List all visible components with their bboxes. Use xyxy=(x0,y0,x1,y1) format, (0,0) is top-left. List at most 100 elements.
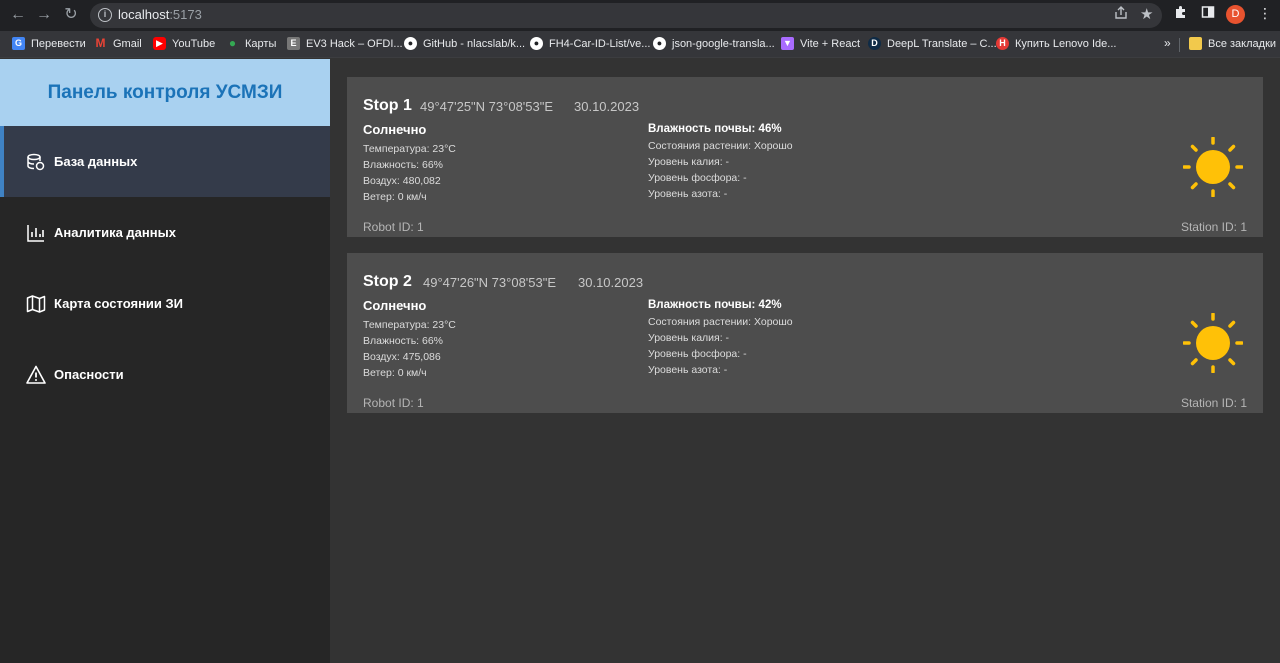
weather-column: Солнечно Температура: 23°C Влажность: 66… xyxy=(363,122,456,205)
weather-status: Солнечно xyxy=(363,298,427,313)
reload-icon[interactable]: ↻ xyxy=(59,4,83,26)
stop-date: 30.10.2023 xyxy=(574,99,640,114)
soil-humidity: Влажность почвы: 46% xyxy=(648,123,782,135)
warning-icon xyxy=(26,365,46,385)
vite-icon: ▼ xyxy=(781,37,794,50)
soil-column: Влажность почвы: 42% Состояния растении:… xyxy=(648,299,793,378)
url-host: localhost xyxy=(118,7,170,22)
analytics-icon xyxy=(26,223,46,243)
all-bookmarks-button[interactable]: Все закладки xyxy=(1189,37,1276,50)
nitrogen-level: Уровень азота: - xyxy=(648,364,728,376)
humidity-value: Влажность: 66% xyxy=(363,335,444,347)
github-icon: ● xyxy=(404,37,417,50)
robot-id: Robot ID: 1 xyxy=(363,396,424,410)
wind-value: Ветер: 0 км/ч xyxy=(363,367,427,379)
bookmark-label: Купить Lenovo Ide... xyxy=(1015,37,1117,50)
youtube-icon: ▶ xyxy=(153,37,166,50)
bookmark-label: Карты xyxy=(245,37,277,50)
stop-coordinates: 49°47'26"N 73°08'53"E xyxy=(423,275,557,290)
bookmark-label: json-google-transla... xyxy=(672,37,775,50)
main-content: Stop 1 49°47'25"N 73°08'53"E 30.10.2023 … xyxy=(330,59,1280,663)
browser-toolbar: ← → ↻ i localhost:5173 ★ D ⋮ xyxy=(0,0,1280,31)
stop-title: Stop 2 xyxy=(363,273,412,290)
address-bar[interactable]: i localhost:5173 ★ xyxy=(90,3,1162,28)
folder-icon xyxy=(1189,37,1202,50)
humidity-value: Влажность: 66% xyxy=(363,159,444,171)
bookmark-label: Vite + React xyxy=(800,37,861,50)
temperature-value: Температура: 23°C xyxy=(363,143,456,155)
star-icon[interactable]: ★ xyxy=(1140,5,1153,23)
bookmarks-divider xyxy=(1179,38,1180,52)
bookmark-translate[interactable]: G Перевести xyxy=(12,37,86,50)
station-id: Station ID: 1 xyxy=(1180,220,1247,234)
soil-column: Влажность почвы: 46% Состояния растении:… xyxy=(648,123,793,202)
bookmark-label: EV3 Hack – OFDI... xyxy=(306,37,403,50)
forward-icon[interactable]: → xyxy=(32,4,56,26)
bookmark-deepl[interactable]: D DeepL Translate – C... xyxy=(868,37,997,50)
bookmark-github-3[interactable]: ● json-google-transla... xyxy=(653,37,775,50)
url-port: :5173 xyxy=(169,7,202,22)
bookmark-gmail[interactable]: M Gmail xyxy=(94,37,142,50)
database-icon xyxy=(26,152,46,172)
station-id: Station ID: 1 xyxy=(1180,396,1247,410)
bookmark-ev3[interactable]: E EV3 Hack – OFDI... xyxy=(287,37,403,50)
bookmark-maps[interactable]: ● Карты xyxy=(226,37,276,50)
weather-status: Солнечно xyxy=(363,122,427,137)
soil-humidity: Влажность почвы: 42% xyxy=(648,299,782,311)
extensions-icon[interactable] xyxy=(1174,5,1188,22)
sun-icon xyxy=(1183,137,1243,197)
nitrogen-level: Уровень азота: - xyxy=(648,188,728,200)
sidebar-item-label: База данных xyxy=(54,154,138,169)
share-icon[interactable] xyxy=(1114,6,1128,23)
bookmark-youtube[interactable]: ▶ YouTube xyxy=(153,37,215,50)
sidebar: Панель контроля УСМЗИ База данных Аналит… xyxy=(0,59,330,663)
stop-card[interactable]: Stop 1 49°47'25"N 73°08'53"E 30.10.2023 … xyxy=(347,77,1263,237)
plant-state: Состояния растении: Хорошо xyxy=(648,140,793,152)
sidebar-item-dangers[interactable]: Опасности xyxy=(0,339,330,410)
bookmarks-more-button[interactable]: » xyxy=(1164,36,1171,50)
plant-state: Состояния растении: Хорошо xyxy=(648,316,793,328)
maps-icon: ● xyxy=(228,36,237,50)
github-icon: ● xyxy=(653,37,666,50)
phosphorus-level: Уровень фосфора: - xyxy=(648,172,747,184)
sidebar-item-map[interactable]: Карта состоянии ЗИ xyxy=(0,268,330,339)
ev3-icon: E xyxy=(287,37,300,50)
sidebar-item-label: Аналитика данных xyxy=(54,225,176,240)
map-icon xyxy=(26,294,46,314)
menu-icon[interactable]: ⋮ xyxy=(1258,5,1272,22)
sidebar-item-analytics[interactable]: Аналитика данных xyxy=(0,197,330,268)
bookmark-label: YouTube xyxy=(172,37,216,50)
potassium-level: Уровень калия: - xyxy=(648,156,730,168)
sidebar-header: Панель контроля УСМЗИ xyxy=(0,59,330,126)
site-info-icon[interactable]: i xyxy=(98,8,112,22)
bookmark-github-1[interactable]: ● GitHub - nlacslab/k... xyxy=(404,37,525,50)
stop-card[interactable]: Stop 2 49°47'26"N 73°08'53"E 30.10.2023 … xyxy=(347,253,1263,413)
back-icon[interactable]: ← xyxy=(6,4,30,26)
bookmark-label: Все закладки xyxy=(1208,37,1277,50)
bookmark-github-2[interactable]: ● FH4-Car-ID-List/ve... xyxy=(530,37,650,50)
bookmarks-bar: G Перевести M Gmail ▶ YouTube ● Карты E EV3 H… xyxy=(0,31,1280,58)
app-title: Панель контроля УСМЗИ xyxy=(47,81,283,103)
bookmark-lenovo[interactable]: H Купить Lenovo Ide... xyxy=(996,37,1116,50)
bookmark-label: GitHub - nlacslab/k... xyxy=(423,37,526,50)
stop-title: Stop 1 xyxy=(363,97,412,114)
air-value: Воздух: 480,082 xyxy=(363,175,441,187)
sidebar-item-database[interactable]: База данных xyxy=(0,126,330,197)
google-translate-icon: G xyxy=(12,37,25,50)
github-icon: ● xyxy=(530,37,543,50)
phosphorus-level: Уровень фосфора: - xyxy=(648,348,747,360)
sidebar-item-label: Карта состоянии ЗИ xyxy=(54,296,184,311)
side-panel-icon[interactable] xyxy=(1201,5,1215,22)
deepl-icon: D xyxy=(868,37,881,50)
temperature-value: Температура: 23°C xyxy=(363,319,456,331)
weather-column: Солнечно Температура: 23°C Влажность: 66… xyxy=(363,298,456,381)
bookmark-label: DeepL Translate – C... xyxy=(887,37,997,50)
url-text[interactable]: localhost:5173 xyxy=(118,7,202,22)
wind-value: Ветер: 0 км/ч xyxy=(363,191,427,203)
shop-icon: H xyxy=(996,37,1009,50)
profile-avatar[interactable]: D xyxy=(1226,5,1245,24)
stop-date: 30.10.2023 xyxy=(578,275,644,290)
air-value: Воздух: 475,086 xyxy=(363,351,441,363)
potassium-level: Уровень калия: - xyxy=(648,332,730,344)
bookmark-vite[interactable]: ▼ Vite + React xyxy=(781,37,860,50)
